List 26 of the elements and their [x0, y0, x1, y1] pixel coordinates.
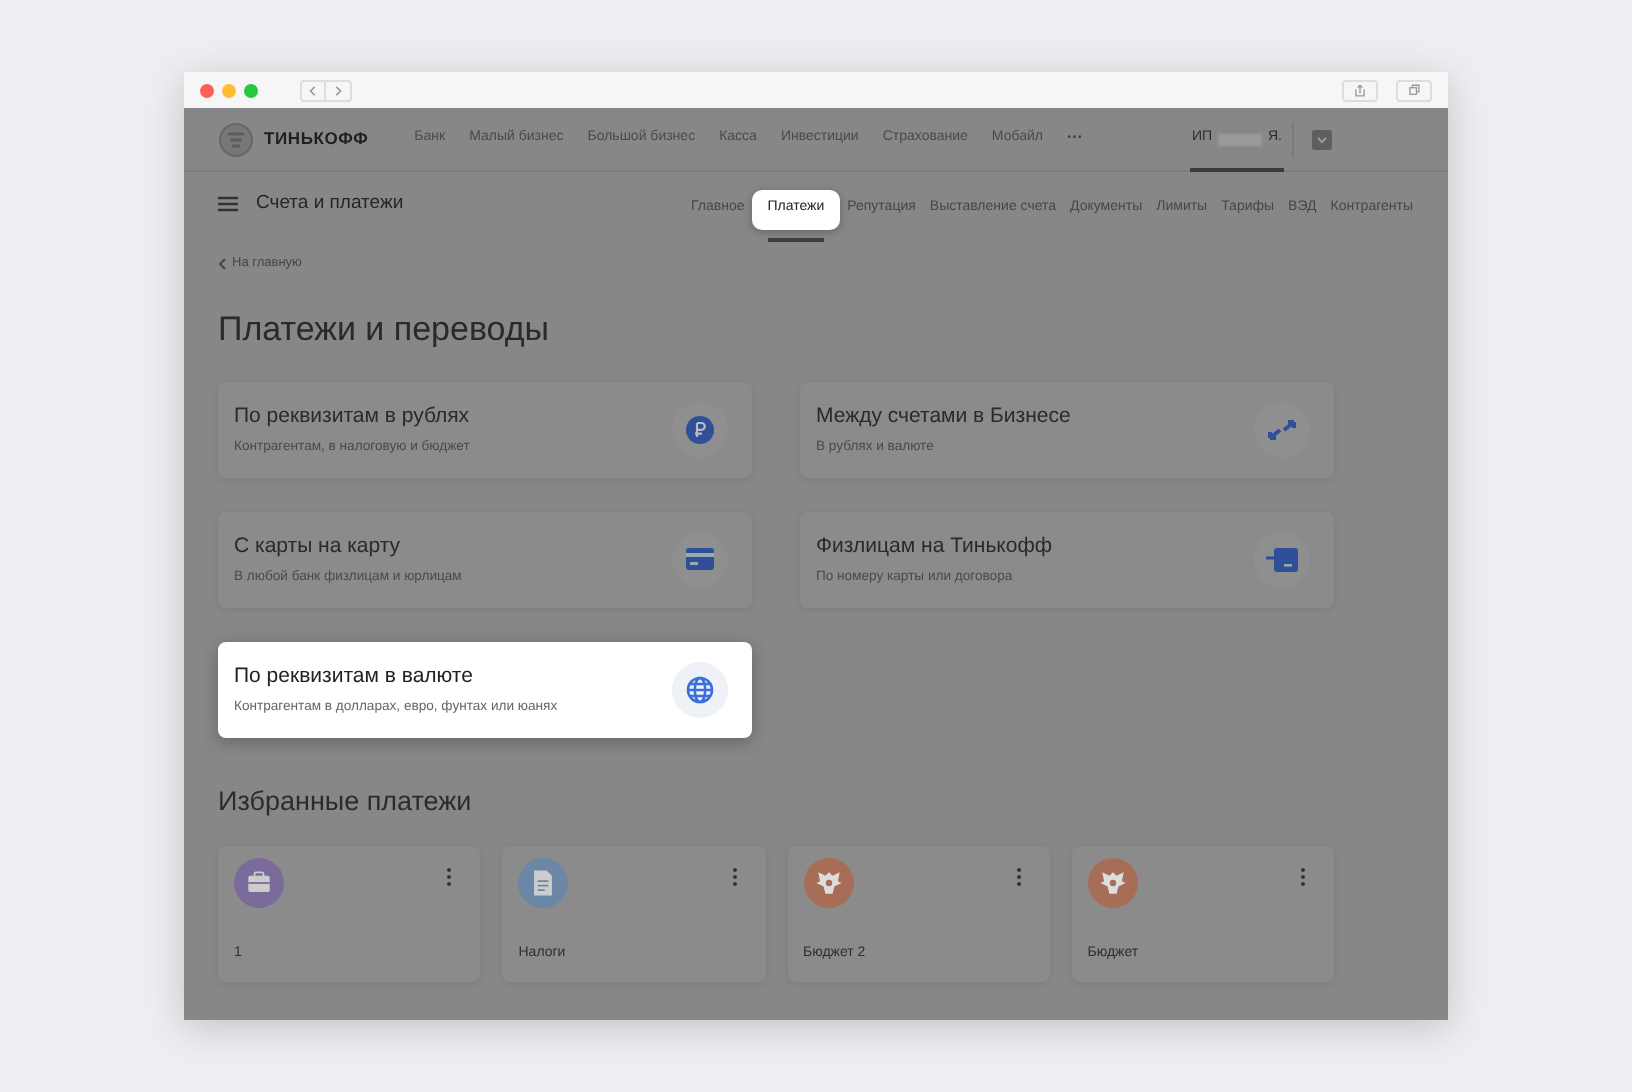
option-title: Между счетами в Бизнесе — [816, 403, 1073, 428]
share-icon[interactable] — [1342, 79, 1378, 101]
chevron-left-icon — [218, 257, 226, 270]
option-title: По реквизитам в валюте — [234, 663, 475, 688]
option-title: Физлицам на Тинькофф — [816, 533, 1054, 558]
logo-icon — [218, 121, 254, 157]
more-button[interactable]: ··· — [1066, 128, 1083, 150]
favorites-heading: Избранные платежи — [218, 785, 474, 818]
menu-icon[interactable] — [218, 196, 238, 212]
ruble-icon — [672, 401, 728, 458]
section-title: Счета и платежи — [256, 189, 404, 218]
globe-icon — [672, 661, 728, 718]
page-heading: Платежи и переводы — [218, 309, 552, 350]
card-icon — [672, 531, 728, 588]
more-vertical-icon[interactable] — [1300, 867, 1306, 886]
option-title: По реквизитам в рублях — [234, 403, 472, 428]
more-vertical-icon[interactable] — [731, 867, 737, 886]
forward-icon[interactable] — [326, 79, 352, 101]
account-menu-icon[interactable] — [1312, 129, 1332, 149]
brand-name: ТИНЬКОФФ — [264, 126, 369, 152]
arrows-icon — [1254, 401, 1310, 458]
back-icon[interactable] — [300, 79, 326, 101]
more-vertical-icon[interactable] — [1015, 867, 1022, 886]
option-title: С карты на карту — [234, 533, 403, 558]
tabs-icon[interactable] — [1396, 79, 1432, 101]
more-vertical-icon[interactable] — [446, 867, 453, 886]
